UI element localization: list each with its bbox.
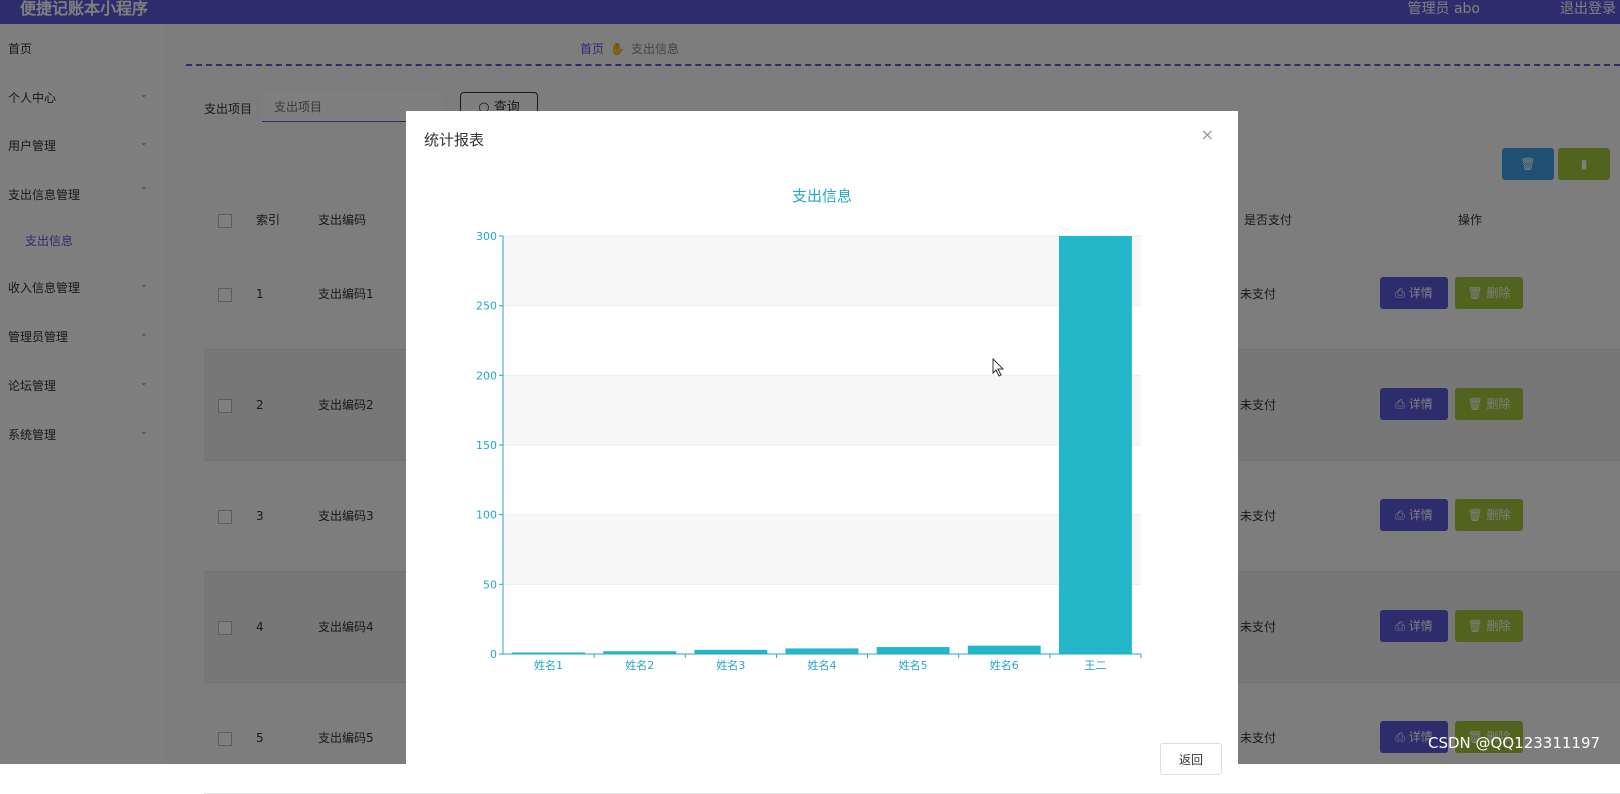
y-tick-label: 250 xyxy=(476,300,497,313)
x-tick-label: 王二 xyxy=(1084,659,1106,672)
y-tick-label: 0 xyxy=(490,648,497,661)
grid-band xyxy=(503,236,1141,306)
bar-5[interactable] xyxy=(876,647,950,654)
bar-7[interactable] xyxy=(1058,236,1132,654)
mouse-cursor-icon xyxy=(992,358,1005,377)
y-tick-label: 300 xyxy=(476,230,497,243)
bar-3[interactable] xyxy=(694,649,768,654)
grid-band xyxy=(503,375,1141,445)
expense-bar-chart: 支出信息 0 50 100 150 200 250 300 姓名1 姓名2 姓名3 姓名4 姓名5 姓名… xyxy=(476,187,1142,672)
grid-band xyxy=(503,514,1141,585)
x-tick-label: 姓名5 xyxy=(899,658,928,672)
x-tick-label: 姓名2 xyxy=(625,658,654,672)
chart-title: 支出信息 xyxy=(792,187,852,205)
x-tick-label: 姓名1 xyxy=(534,658,563,672)
watermark: CSDN @QQ123311197 xyxy=(1428,734,1601,752)
return-button[interactable]: 返回 xyxy=(1160,743,1222,775)
y-tick-label: 50 xyxy=(483,578,497,591)
y-tick-label: 100 xyxy=(476,509,497,522)
y-tick-label: 150 xyxy=(476,439,497,452)
y-tick-label: 200 xyxy=(476,369,497,382)
x-tick-label: 姓名6 xyxy=(990,658,1019,672)
x-tick-label: 姓名4 xyxy=(808,658,837,672)
x-tick-label: 姓名3 xyxy=(716,658,745,672)
stats-report-modal: 统计报表 × 支出信息 0 50 100 150 200 250 300 姓名1 姓名2 姓名3 姓… xyxy=(406,111,1238,775)
bar-6[interactable] xyxy=(967,645,1041,654)
bar-4[interactable] xyxy=(785,648,859,654)
